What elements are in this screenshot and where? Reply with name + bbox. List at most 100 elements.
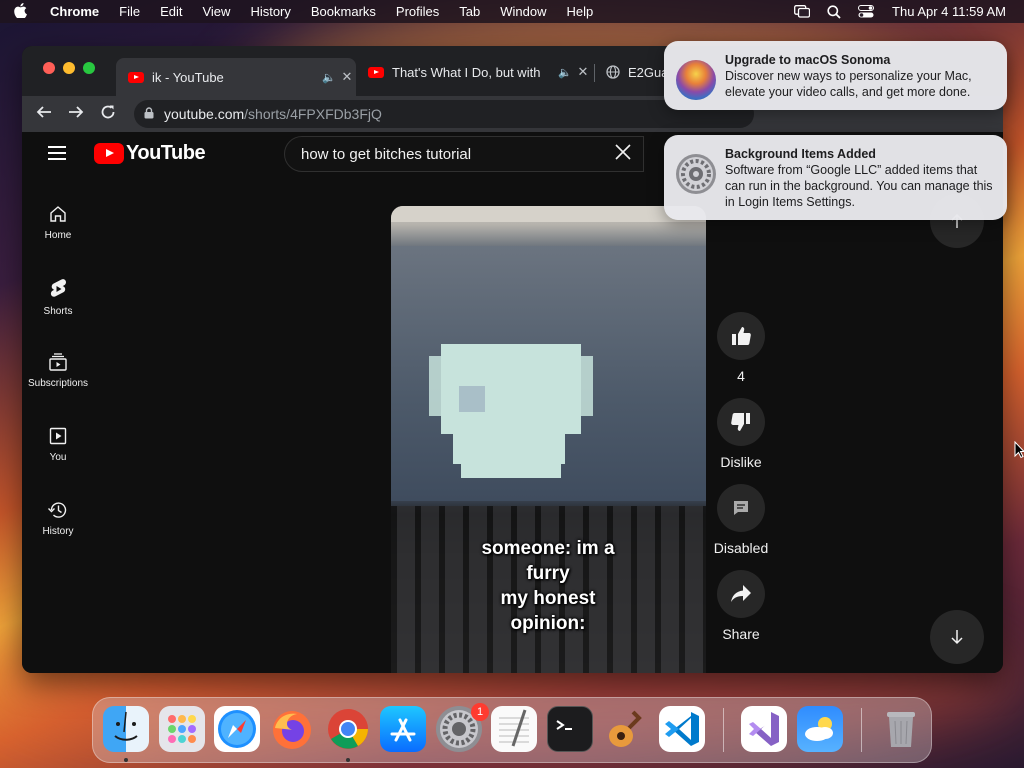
menu-window[interactable]: Window (490, 0, 556, 23)
dock-separator (861, 708, 862, 752)
guide-item-history[interactable]: History (22, 488, 94, 562)
shorts-video-player[interactable]: someone: im a furry my honest opinion: (391, 206, 706, 673)
comments-button[interactable] (717, 484, 765, 532)
forward-button[interactable] (66, 104, 86, 124)
control-center-icon[interactable] (850, 0, 882, 23)
pixel-sprite-eye (459, 386, 485, 412)
menu-app-name[interactable]: Chrome (40, 0, 109, 23)
visual-studio-icon[interactable] (741, 706, 787, 752)
share-button[interactable] (717, 570, 765, 618)
finder-icon[interactable] (103, 706, 149, 752)
menubar-clock[interactable]: Thu Apr 4 11:59 AM (882, 4, 1024, 19)
guide-label-shorts: Shorts (43, 306, 73, 317)
search-input[interactable]: how to get bitches tutorial (285, 146, 603, 163)
guide-menu-icon[interactable] (48, 146, 66, 160)
youtube-logo-text: YouTube (126, 141, 206, 164)
video-frame-top-edge (391, 206, 706, 222)
apple-logo-icon[interactable] (0, 2, 40, 21)
thumbs-up-icon (732, 327, 751, 346)
comments-action: Disabled (712, 484, 770, 556)
youtube-icon (94, 142, 124, 164)
address-bar[interactable]: youtube.com/shorts/4FPXFDb3FjQ (134, 100, 754, 128)
app-store-icon[interactable] (380, 706, 426, 752)
like-button[interactable] (717, 312, 765, 360)
tab-separator (594, 64, 595, 82)
dock: 1 (92, 697, 932, 763)
reload-button[interactable] (98, 104, 118, 124)
video-monitor-screen (391, 246, 706, 501)
chrome-icon[interactable] (325, 706, 371, 752)
window-close-button[interactable] (43, 62, 55, 74)
clear-search-icon[interactable] (603, 141, 643, 167)
spotlight-search-icon[interactable] (818, 0, 850, 23)
textedit-icon[interactable] (491, 706, 537, 752)
thumbs-down-icon (731, 412, 750, 431)
guide-item-shorts[interactable]: Shorts (22, 266, 94, 340)
window-zoom-button[interactable] (83, 62, 95, 74)
menu-profiles[interactable]: Profiles (386, 0, 449, 23)
url-host: youtube.com (164, 106, 245, 122)
window-minimize-button[interactable] (63, 62, 75, 74)
chrome-running-indicator (346, 758, 350, 762)
youtube-logo[interactable]: YouTube (94, 141, 206, 164)
vscode-icon[interactable] (659, 706, 705, 752)
search-box[interactable]: how to get bitches tutorial (284, 136, 644, 172)
tab-e2guardian[interactable]: E2Gua (596, 56, 666, 88)
notification-title: Background Items Added (725, 147, 876, 161)
tab-youtube-thats-what-i-do[interactable]: That's What I Do, but with 🔈 ✕ (356, 56, 592, 88)
arrow-down-icon (951, 630, 963, 645)
notification-sonoma-upgrade[interactable]: Upgrade to macOS Sonoma Discover new way… (664, 41, 1007, 110)
menu-view[interactable]: View (192, 0, 240, 23)
tab-youtube-ik[interactable]: ik - YouTube 🔈 ✕ (116, 58, 356, 96)
firefox-icon[interactable] (269, 706, 315, 752)
you-library-icon (49, 427, 67, 445)
caption-line: someone: im a (481, 538, 615, 559)
notification-title: Upgrade to macOS Sonoma (725, 53, 891, 67)
weather-icon[interactable] (797, 706, 843, 752)
home-icon (50, 206, 66, 222)
back-button[interactable] (34, 104, 54, 124)
guide-item-subscriptions[interactable]: Subscriptions (22, 340, 94, 414)
tab-audio-icon[interactable]: 🔈 (558, 66, 574, 79)
terminal-icon[interactable] (547, 706, 593, 752)
finder-running-indicator (124, 758, 128, 762)
dock-separator (723, 708, 724, 752)
notification-background-items[interactable]: Background Items Added Software from “Go… (664, 135, 1007, 220)
subscriptions-icon (49, 353, 67, 371)
tab-close-icon[interactable]: ✕ (338, 69, 356, 85)
guide-label-subscriptions: Subscriptions (27, 378, 89, 389)
guide-label-you: You (49, 452, 67, 463)
tab-close-icon[interactable]: ✕ (574, 64, 592, 80)
launchpad-icon[interactable] (159, 706, 205, 752)
menu-file[interactable]: File (109, 0, 150, 23)
caption-line: opinion: (510, 613, 586, 634)
tab-title: E2Gua (628, 64, 666, 80)
garageband-icon[interactable] (603, 706, 649, 752)
guide-item-you[interactable]: You (22, 414, 94, 488)
like-count: 4 (737, 368, 745, 384)
url-path: /shorts/4FPXFDb3FjQ (244, 106, 382, 122)
mouse-cursor-icon (1014, 440, 1024, 464)
menu-edit[interactable]: Edit (150, 0, 192, 23)
comments-label: Disabled (713, 540, 769, 556)
menu-help[interactable]: Help (557, 0, 604, 23)
menu-bookmarks[interactable]: Bookmarks (301, 0, 386, 23)
next-short-button[interactable] (930, 610, 984, 664)
guide-label-history: History (42, 526, 74, 537)
caption-line: furry (526, 563, 570, 584)
pixel-sprite-chin (453, 434, 565, 464)
screen-mirroring-icon[interactable] (786, 0, 818, 23)
menu-tab[interactable]: Tab (449, 0, 490, 23)
tab-audio-icon[interactable]: 🔈 (322, 71, 338, 84)
like-action: 4 (712, 312, 770, 384)
share-label: Share (722, 626, 760, 642)
comment-disabled-icon (734, 501, 748, 515)
shorts-icon (50, 279, 66, 297)
trash-icon[interactable] (878, 706, 924, 752)
menu-history[interactable]: History (240, 0, 300, 23)
pixel-sprite-neck (461, 464, 561, 478)
safari-icon[interactable] (214, 706, 260, 752)
dislike-button[interactable] (717, 398, 765, 446)
guide-item-home[interactable]: Home (22, 192, 94, 266)
site-info-lock-icon[interactable] (134, 106, 164, 122)
